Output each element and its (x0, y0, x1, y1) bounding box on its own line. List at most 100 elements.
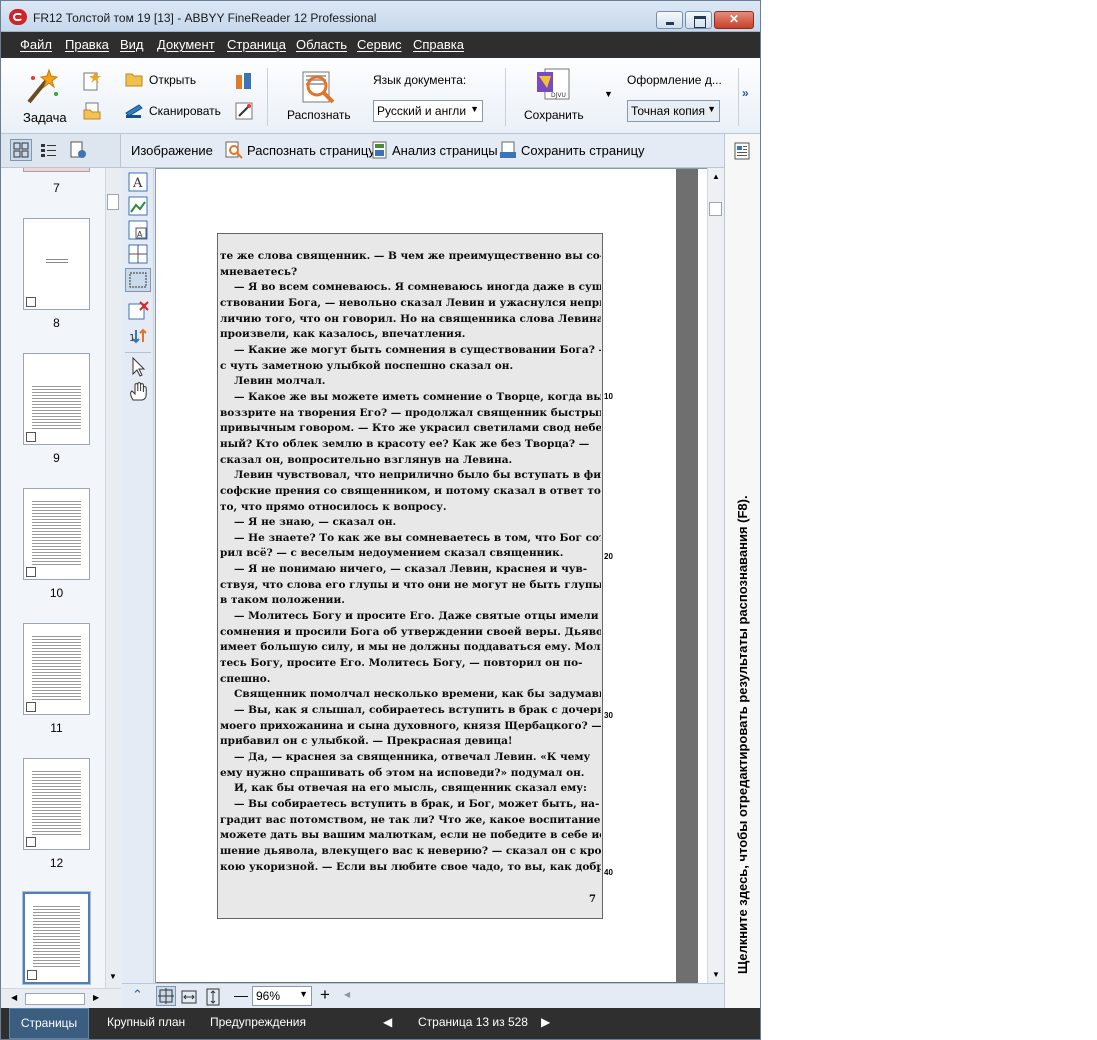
save-button[interactable]: DJVU Сохранить (519, 66, 589, 128)
zoom-dropdown[interactable]: 96% ▼ (252, 986, 312, 1006)
scrollbar-thumb[interactable] (107, 194, 119, 210)
app-window: FR12 Толстой том 19 [13] - ABBYY FineRea… (0, 0, 761, 1040)
edit-image-icon[interactable] (235, 102, 253, 120)
chevron-down-icon: ▼ (470, 104, 479, 114)
new-document-icon[interactable] (83, 72, 101, 92)
image-viewer[interactable]: те же слова священник. — В чем же преиму… (155, 168, 707, 983)
folder-icon (125, 73, 143, 87)
svg-text:DJVU: DJVU (551, 92, 566, 99)
page-thumbnail[interactable] (23, 623, 90, 715)
zoom-in-button[interactable]: + (320, 985, 330, 1005)
page-thumbnail[interactable] (23, 758, 90, 850)
page-thumbnail[interactable] (23, 353, 90, 445)
table-area-tool-icon[interactable] (127, 244, 149, 264)
page-thumbnail-selected[interactable] (22, 891, 91, 985)
maximize-button[interactable] (685, 11, 712, 29)
text-editor-icon[interactable] (733, 142, 751, 160)
doc-language-dropdown[interactable]: Русский и англи ▼ (373, 100, 483, 122)
hand-tool-icon[interactable] (127, 382, 149, 402)
edit-results-hint[interactable]: Щелкните здесь, чтобы отредактировать ре… (735, 495, 750, 974)
page-text-line: Священник помолчал несколько времени, ка… (234, 688, 601, 701)
thumbnail-content (32, 384, 81, 430)
reorder-areas-tool-icon[interactable]: 1 (127, 326, 149, 346)
margin-line-number: 20 (604, 552, 613, 561)
previous-page-button[interactable]: ◀ (383, 1008, 392, 1039)
analyze-page-button[interactable]: Анализ страницы (369, 140, 498, 162)
page-text-line: спешно. (220, 672, 271, 685)
open-file-icon[interactable] (83, 102, 101, 120)
page-text-line: мневаетесь? (220, 265, 298, 278)
page-thumbnail[interactable] (23, 168, 90, 172)
scroll-up-icon[interactable]: ▲ (712, 172, 720, 181)
menu-view[interactable]: Вид (120, 37, 144, 52)
pages-vertical-scrollbar[interactable]: ▼ (105, 168, 121, 988)
scrollbar-thumb[interactable] (25, 993, 85, 1005)
menu-document[interactable]: Документ (157, 37, 215, 52)
fit-page-button[interactable] (156, 986, 176, 1006)
open-button[interactable]: Открыть (149, 73, 196, 87)
page-text-line: — Я не понимаю ничего, — сказал Левин, к… (234, 563, 588, 576)
page-text-line: — Вы собираетесь вступить в брак, и Бог,… (234, 797, 600, 810)
image-vertical-scrollbar[interactable]: ▲ ▼ (707, 168, 724, 983)
text-area-tool-icon[interactable]: A (127, 172, 149, 192)
select-area-icon (129, 272, 147, 288)
scroll-left-icon[interactable]: ◀ (11, 993, 17, 1002)
close-button[interactable] (714, 11, 754, 29)
page-thumbnail[interactable] (23, 488, 90, 580)
text-editor-collapsed-panel[interactable]: Щелкните здесь, чтобы отредактировать ре… (724, 134, 760, 1008)
page-thumbnail-number: 12 (49, 856, 64, 870)
page-status-icon (26, 297, 36, 307)
recognize-label: Распознать (287, 108, 351, 122)
menu-page[interactable]: Страница (227, 37, 286, 52)
page-text-line: — Молитесь Богу и просите Его. Даже свят… (234, 610, 599, 623)
save-page-button[interactable]: Сохранить страницу (497, 140, 645, 162)
app-logo-icon (9, 9, 27, 25)
page-text-line: софские прения со священником, и потому … (220, 484, 601, 497)
picture-area-tool-icon[interactable] (127, 196, 149, 216)
menu-help[interactable]: Справка (413, 37, 464, 52)
menu-area[interactable]: Область (296, 37, 347, 52)
svg-text:A: A (132, 176, 143, 191)
more-tools-button[interactable]: » (742, 86, 749, 100)
next-page-button[interactable]: ▶ (541, 1008, 550, 1039)
pointer-tool-icon[interactable] (127, 357, 149, 377)
task-button[interactable]: Задача (15, 66, 67, 128)
page-thumbnail[interactable] (23, 218, 90, 310)
scrollbar-thumb[interactable] (709, 202, 722, 216)
menu-edit[interactable]: Правка (65, 37, 109, 52)
image-editor-icon[interactable] (235, 72, 253, 90)
fit-height-icon[interactable] (204, 988, 222, 1006)
delete-area-tool-icon[interactable] (127, 301, 149, 321)
page-text-line: градит вас потомством, не так ли? Что же… (220, 813, 601, 826)
tab-warnings[interactable]: Предупреждения (210, 1008, 306, 1039)
zoom-toolbar: ⌃ — 96% ▼ + ◀ (122, 983, 724, 1008)
menu-service[interactable]: Сервис (357, 37, 402, 52)
page-properties-button[interactable] (67, 139, 89, 161)
text-on-picture-tool-icon[interactable]: A (127, 220, 149, 240)
tab-pages[interactable]: Страницы (9, 1008, 89, 1039)
scroll-right-icon[interactable]: ▶ (93, 993, 99, 1002)
layout-label: Оформление д... (627, 73, 722, 87)
background-area-tool-button[interactable] (125, 268, 151, 292)
pages-horizontal-scrollbar[interactable]: ◀ ▶ (1, 988, 121, 1008)
zoom-out-button[interactable]: — (234, 987, 248, 1003)
scroll-left-icon[interactable]: ◀ (344, 990, 350, 999)
fit-width-icon[interactable] (180, 988, 198, 1006)
scanner-icon (125, 104, 143, 118)
tab-closeup[interactable]: Крупный план (107, 1008, 185, 1039)
scroll-down-icon[interactable]: ▼ (109, 972, 117, 981)
save-format-dropdown-arrow[interactable]: ▼ (604, 89, 613, 99)
collapse-up-icon[interactable]: ⌃ (132, 987, 143, 1003)
scan-button[interactable]: Сканировать (149, 104, 221, 118)
layout-dropdown[interactable]: Точная копия ▼ (627, 100, 720, 122)
scroll-down-icon[interactable]: ▼ (712, 970, 720, 979)
thumbnail-view-button[interactable] (10, 139, 32, 161)
details-view-button[interactable] (37, 139, 59, 161)
page-thumbnail-number: 8 (53, 316, 60, 330)
page-status-icon (26, 837, 36, 847)
recognize-page-button[interactable]: Распознать страницу (223, 140, 375, 162)
menu-file[interactable]: Файл (20, 37, 52, 52)
page-text-line: Левин молчал. (234, 375, 326, 388)
minimize-button[interactable] (656, 11, 683, 29)
recognize-button[interactable]: Распознать (283, 66, 355, 128)
